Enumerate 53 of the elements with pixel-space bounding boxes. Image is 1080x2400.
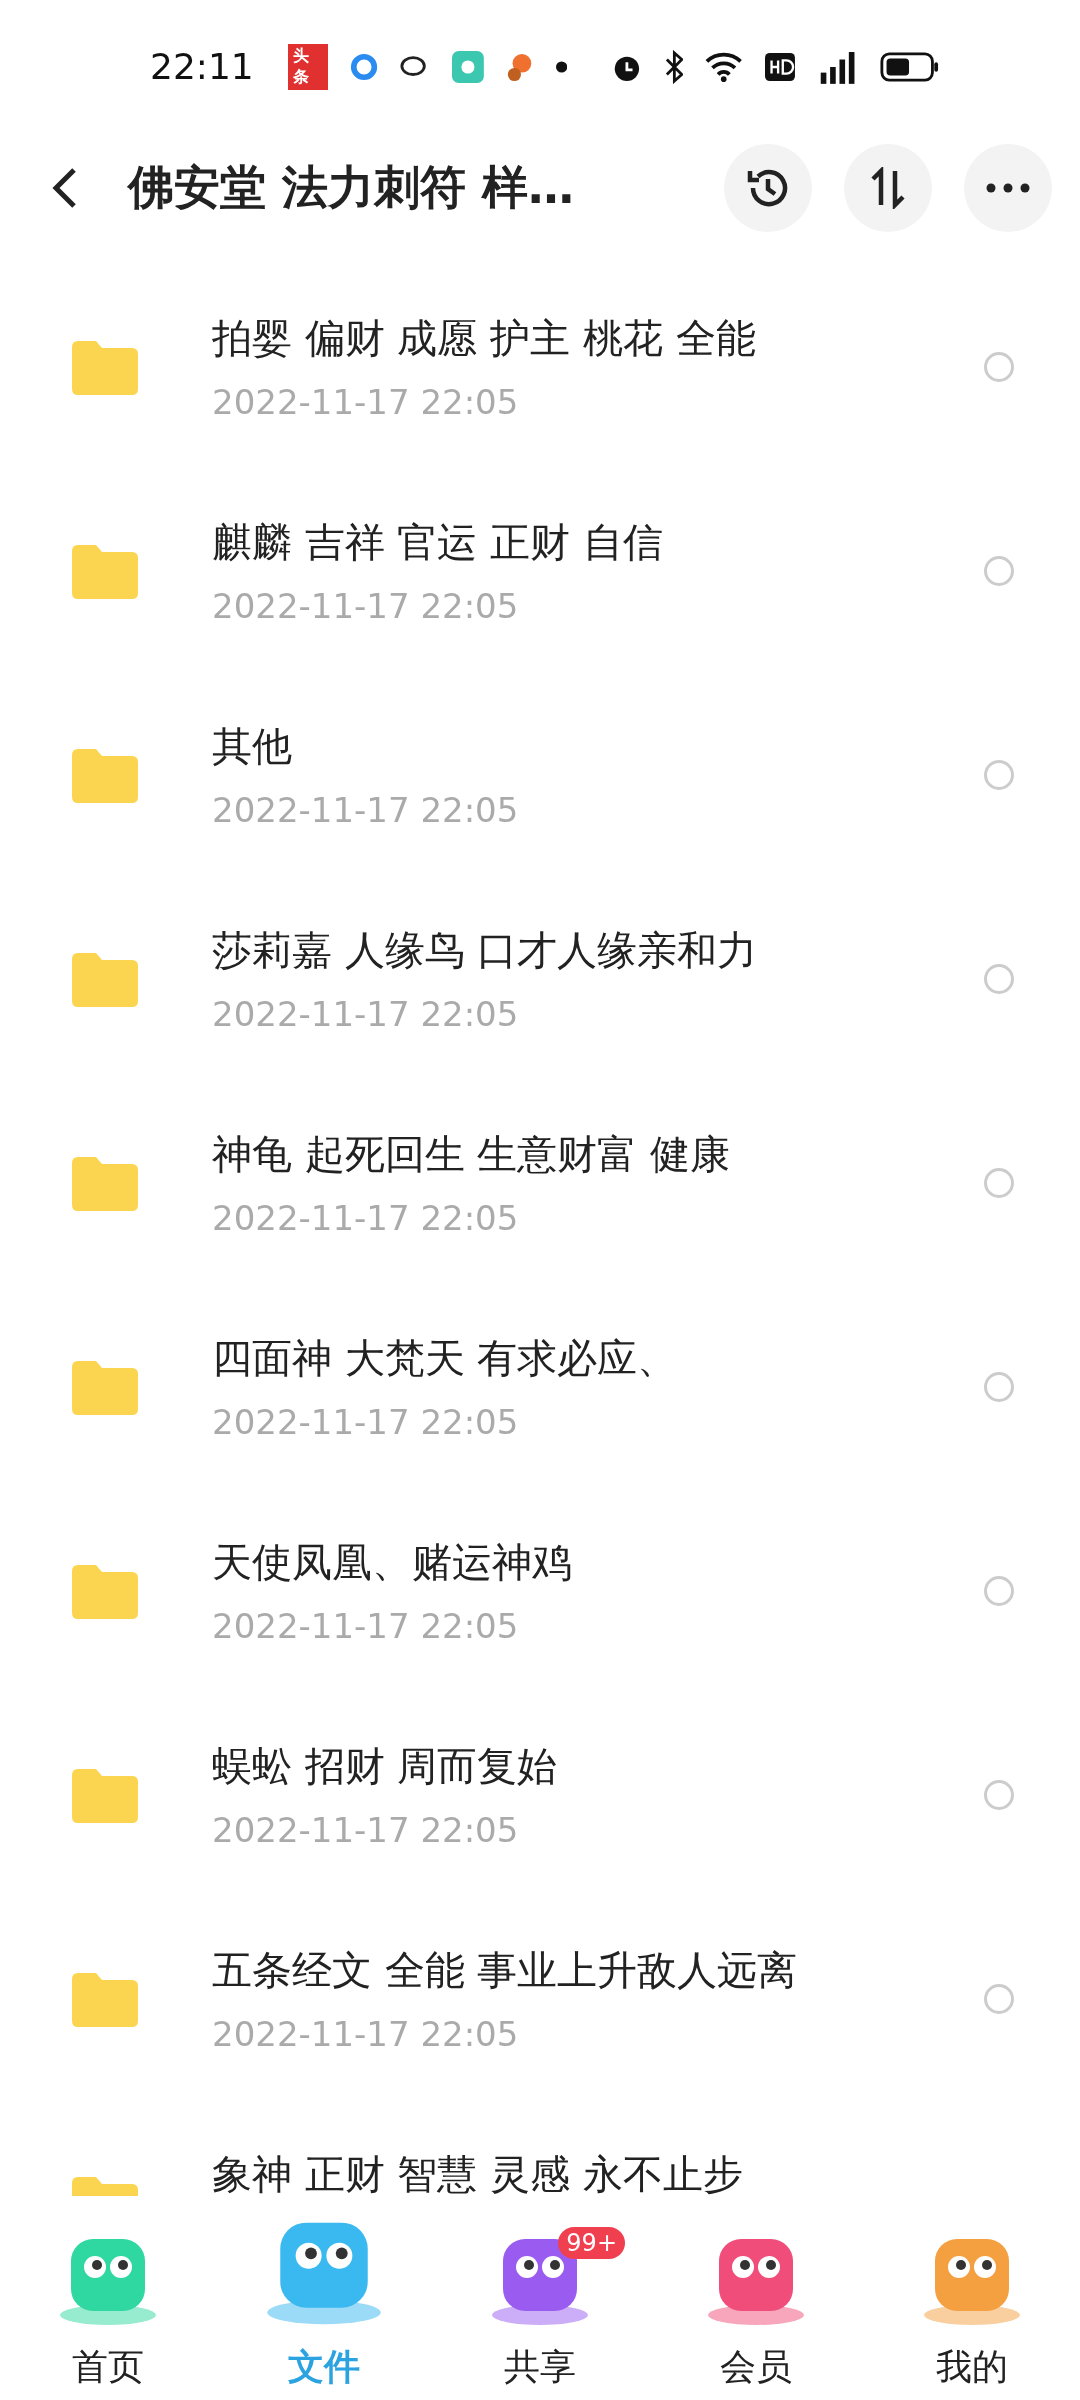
wifi-icon (705, 50, 743, 83)
select-radio[interactable] (984, 352, 1014, 382)
folder-date: 2022-11-17 22:05 (212, 382, 520, 422)
select-radio[interactable] (984, 1984, 1014, 2014)
nav-tab[interactable]: 99+ 共享 (432, 2195, 648, 2400)
folder-icon (72, 1359, 138, 1415)
select-radio[interactable] (984, 1780, 1014, 1810)
select-radio[interactable] (984, 964, 1014, 994)
folder-date: 2022-11-17 22:05 (212, 2014, 520, 2054)
more-icon (986, 183, 1030, 194)
select-radio[interactable] (984, 556, 1014, 586)
folder-icon (72, 543, 138, 599)
app-badge: 头条 (287, 43, 328, 90)
bluetooth-icon (664, 49, 684, 84)
folder-name[interactable]: 神龟 起死回生 生意财富 健康 (212, 1127, 984, 1182)
folder-name[interactable]: 蜈蚣 招财 周而复始 (212, 1739, 984, 1794)
folder-icon (72, 1971, 138, 2027)
folder-date: 2022-11-17 22:05 (212, 586, 520, 626)
dot-icon (555, 60, 567, 73)
folder-date: 2022-11-17 22:05 (212, 1606, 520, 1646)
folder-icon (72, 1155, 138, 1211)
status-time: 22:11 (150, 46, 254, 88)
folder-name[interactable]: 麒麟 吉祥 官运 正财 自信 (212, 515, 984, 570)
select-radio[interactable] (984, 1372, 1014, 1402)
hd-icon (764, 51, 795, 82)
folder-icon (72, 747, 138, 803)
nav-tab[interactable]: 首页 (0, 2195, 216, 2400)
folder-name[interactable]: 其他 (212, 719, 984, 774)
folder-date: 2022-11-17 22:05 (212, 994, 520, 1034)
folder-icon (72, 1767, 138, 1823)
battery-icon (880, 50, 940, 83)
folder-name[interactable]: 象神 正财 智慧 灵感 永不止步 (212, 2147, 1014, 2196)
folder-icon (72, 339, 138, 395)
folder-name[interactable]: 拍婴 偏财 成愿 护主 桃花 全能 (212, 311, 984, 366)
folder-name[interactable]: 天使凤凰、赌运神鸡 (212, 1535, 984, 1590)
select-radio[interactable] (984, 1168, 1014, 1198)
folder-icon (72, 951, 138, 1007)
app-icon (451, 49, 484, 84)
folder-name[interactable]: 五条经文 全能 事业上升敌人远离 (212, 1943, 984, 1998)
folder-date: 2022-11-17 22:05 (212, 790, 520, 830)
folder-date: 2022-11-17 22:05 (212, 1402, 520, 1442)
folder-date: 2022-11-17 22:05 (212, 1810, 520, 1850)
folder-title: 佛安堂 法力刺符 样… (128, 159, 576, 217)
nav-tab[interactable]: 我的 (864, 2195, 1080, 2400)
folder-icon (72, 1563, 138, 1619)
app-icon (349, 51, 378, 82)
select-radio[interactable] (984, 760, 1014, 790)
select-radio[interactable] (984, 1576, 1014, 1606)
count-badge: 99+ (558, 2227, 625, 2259)
folder-name[interactable]: 四面神 大梵天 有求必应、 (212, 1331, 984, 1386)
folder-date: 2022-11-17 22:05 (212, 1198, 520, 1238)
nav-tab[interactable]: 会员 (648, 2195, 864, 2400)
folder-name[interactable]: 莎莉嘉 人缘鸟 口才人缘亲和力 (212, 923, 984, 978)
